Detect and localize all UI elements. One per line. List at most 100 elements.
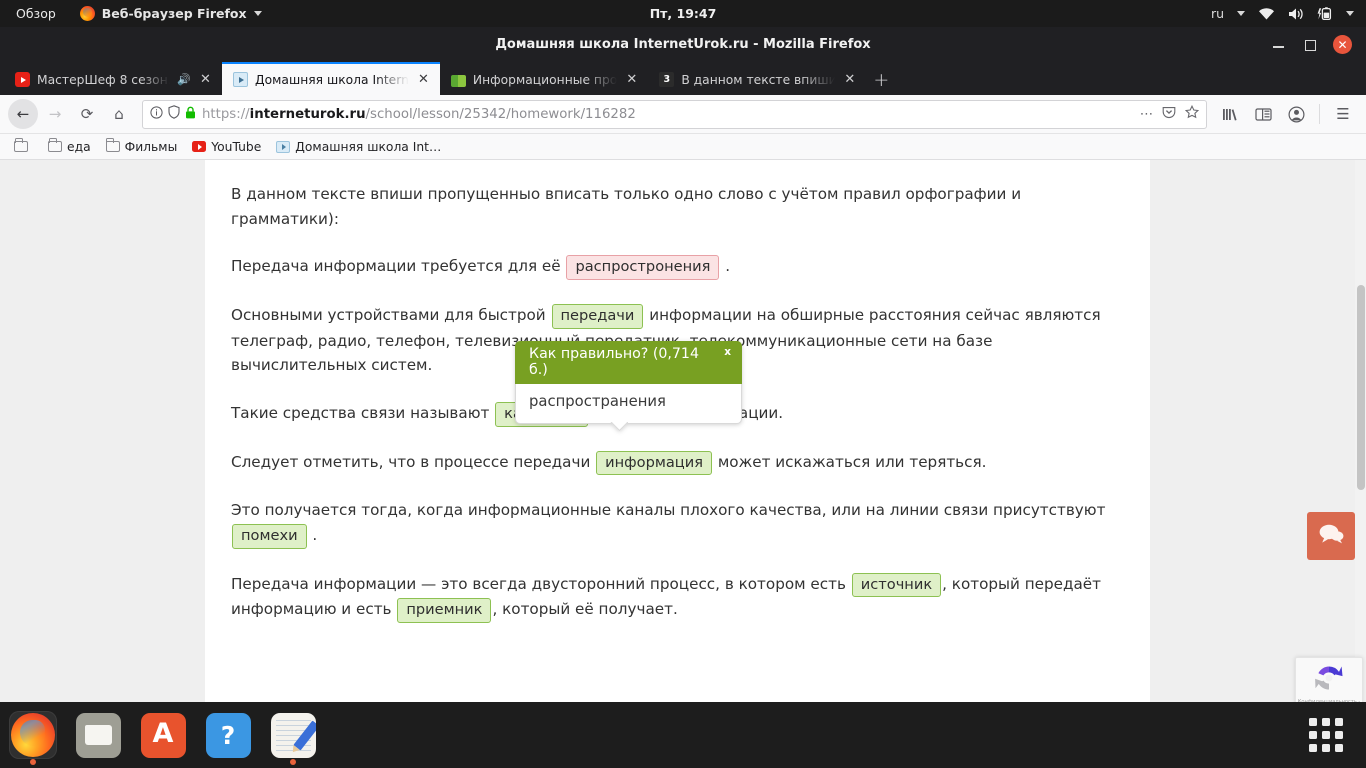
answer-field-pomehi[interactable]: помехи bbox=[232, 523, 307, 549]
close-tab-icon[interactable]: ✕ bbox=[198, 73, 213, 86]
folder-icon bbox=[105, 138, 120, 152]
bookmark-label: YouTube bbox=[211, 139, 262, 154]
hamburger-menu-button[interactable]: ☰ bbox=[1328, 99, 1358, 129]
youtube-favicon-icon bbox=[15, 72, 30, 87]
firefox-icon bbox=[79, 6, 95, 21]
tooltip-correct-answer: распространения bbox=[529, 393, 666, 410]
minimize-button[interactable] bbox=[1271, 37, 1286, 52]
sentence-6-before: Передача информации — это всегда двустор… bbox=[231, 574, 851, 593]
bookmark-folder-0[interactable] bbox=[8, 138, 39, 154]
page-viewport: В данном тексте впиши пропущенныо вписат… bbox=[0, 160, 1366, 702]
sentence-5-before: Это получается тогда, когда информационн… bbox=[231, 501, 1106, 520]
play-favicon-icon bbox=[233, 72, 248, 87]
close-tab-icon[interactable]: ✕ bbox=[416, 73, 431, 86]
page-scrollbar-track[interactable] bbox=[1355, 160, 1366, 702]
correct-answer-tooltip[interactable]: Как правильно? (0,714 б.) x распростране… bbox=[515, 341, 742, 424]
account-icon[interactable] bbox=[1281, 99, 1311, 129]
dock-item-files[interactable] bbox=[74, 711, 122, 759]
dock-item-help[interactable]: ? bbox=[204, 711, 252, 759]
dock-item-notes[interactable] bbox=[269, 711, 317, 759]
tooltip-arrow bbox=[610, 422, 628, 432]
sentence-4: Следует отметить, что в процессе передач… bbox=[231, 450, 1124, 476]
sentence-1-before: Передача информации требуется для её bbox=[231, 257, 566, 276]
bookmark-interneturok[interactable]: Домашняя школа Int… bbox=[270, 138, 447, 156]
forward-button[interactable]: → bbox=[40, 99, 70, 129]
lesson-card: В данном тексте впиши пропущенныо вписат… bbox=[205, 160, 1150, 702]
folder-icon bbox=[14, 138, 28, 152]
browser-tab-2[interactable]: Информационные про ✕ bbox=[440, 64, 648, 95]
sentence-1: Передача информации требуется для её рас… bbox=[231, 254, 1124, 280]
dock-item-software[interactable]: A bbox=[139, 711, 187, 759]
info-icon[interactable] bbox=[150, 105, 163, 123]
tooltip-title: Как правильно? (0,714 б.) bbox=[529, 346, 699, 378]
folder-icon bbox=[48, 138, 62, 152]
sentence-4-after: может искажаться или теряться. bbox=[713, 452, 987, 471]
bookmark-label: еда bbox=[67, 139, 91, 154]
home-button[interactable]: ⌂ bbox=[104, 99, 134, 129]
activities-button[interactable]: Обзор bbox=[10, 3, 62, 24]
bookmark-label: Фильмы bbox=[124, 139, 178, 154]
chat-icon bbox=[1318, 523, 1344, 549]
sentence-5-after: . bbox=[307, 525, 318, 544]
sentence-6-after: , который её получает. bbox=[492, 600, 678, 619]
sidebar-icon[interactable] bbox=[1248, 99, 1278, 129]
speaker-icon[interactable]: 🔊 bbox=[177, 73, 191, 86]
answer-field-priemnik[interactable]: приемник bbox=[397, 598, 492, 623]
answer-field-peredachi[interactable]: передачи bbox=[551, 303, 644, 329]
sentence-3-before: Такие средства связи называют bbox=[231, 403, 495, 422]
reload-button[interactable]: ⟳ bbox=[72, 99, 102, 129]
bookmark-label: Домашняя школа Int… bbox=[295, 139, 442, 154]
padlock-icon[interactable] bbox=[185, 106, 196, 123]
answer-field-istochnik[interactable]: источник bbox=[851, 572, 942, 598]
app-menu-label: Веб-браузер Firefox bbox=[101, 6, 247, 21]
play-icon bbox=[276, 140, 291, 153]
show-applications-button[interactable] bbox=[1306, 715, 1346, 755]
firefox-window: Домашняя школа InternetUrok.ru - Mozilla… bbox=[0, 27, 1366, 702]
library-icon[interactable] bbox=[1215, 99, 1245, 129]
recaptcha-icon bbox=[1313, 663, 1345, 697]
software-center-icon: A bbox=[140, 712, 186, 758]
close-icon[interactable]: x bbox=[723, 347, 732, 358]
bookmark-youtube[interactable]: YouTube bbox=[186, 138, 267, 156]
dock-item-firefox[interactable] bbox=[9, 711, 57, 759]
dock: A ? bbox=[0, 702, 1366, 768]
browser-tab-0[interactable]: МастерШеф 8 сезон. 🔊 ✕ bbox=[4, 64, 222, 95]
bookmarks-toolbar: еда Фильмы YouTube Домашняя школа Int… bbox=[0, 134, 1366, 160]
browser-tab-3[interactable]: 3 В данном тексте впиши ✕ bbox=[648, 64, 866, 95]
url-text[interactable]: https://interneturok.ru/school/lesson/25… bbox=[202, 107, 1134, 122]
close-tab-icon[interactable]: ✕ bbox=[842, 73, 857, 86]
address-bar[interactable]: https://interneturok.ru/school/lesson/25… bbox=[142, 99, 1207, 129]
sentence-2-before: Основными устройствами для быстрой bbox=[231, 305, 551, 324]
close-window-button[interactable]: ✕ bbox=[1333, 35, 1352, 54]
volume-icon bbox=[1288, 7, 1304, 21]
new-tab-button[interactable]: + bbox=[866, 64, 896, 95]
sentence-1-after: . bbox=[720, 257, 731, 276]
youtube-icon bbox=[192, 141, 207, 152]
bookmark-folder-films[interactable]: Фильмы bbox=[100, 138, 184, 156]
wifi-icon bbox=[1258, 7, 1275, 20]
app-menu-button[interactable]: Веб-браузер Firefox bbox=[79, 6, 262, 21]
tab-label: МастерШеф 8 сезон. bbox=[37, 72, 171, 87]
navigation-toolbar: ← → ⟳ ⌂ https://interneturok.ru/school/l… bbox=[0, 95, 1366, 134]
shield-icon[interactable] bbox=[168, 105, 180, 123]
sentence-5: Это получается тогда, когда информационн… bbox=[231, 498, 1124, 549]
close-tab-icon[interactable]: ✕ bbox=[624, 73, 639, 86]
tab-label: Домашняя школа Intern bbox=[255, 72, 409, 87]
back-button[interactable]: ← bbox=[8, 99, 38, 129]
answer-field-informaciya[interactable]: информация bbox=[596, 450, 713, 476]
sentence-6: Передача информации — это всегда двустор… bbox=[231, 572, 1124, 623]
answer-field-rasprostroneniya[interactable]: распростронения bbox=[566, 255, 720, 280]
bookmark-folder-eda[interactable]: еда bbox=[42, 138, 97, 156]
browser-tab-1[interactable]: Домашняя школа Intern ✕ bbox=[222, 62, 440, 95]
instruction-part1: В данном тексте впиши пропущенны bbox=[231, 185, 531, 203]
recaptcha-badge[interactable]: Конфиденциальность - Условия использован… bbox=[1295, 657, 1363, 702]
page-actions-ellipsis-icon[interactable]: ⋯ bbox=[1140, 107, 1153, 122]
bookmark-star-icon[interactable] bbox=[1184, 104, 1200, 123]
keyboard-layout-indicator[interactable]: ru bbox=[1211, 6, 1224, 21]
pocket-icon[interactable] bbox=[1162, 105, 1176, 123]
help-icon: ? bbox=[205, 712, 251, 758]
chat-button[interactable] bbox=[1307, 512, 1355, 560]
system-menu-chevron-down-icon[interactable] bbox=[1346, 11, 1354, 16]
page-scrollbar-thumb[interactable] bbox=[1356, 285, 1365, 490]
maximize-button[interactable] bbox=[1302, 37, 1317, 52]
